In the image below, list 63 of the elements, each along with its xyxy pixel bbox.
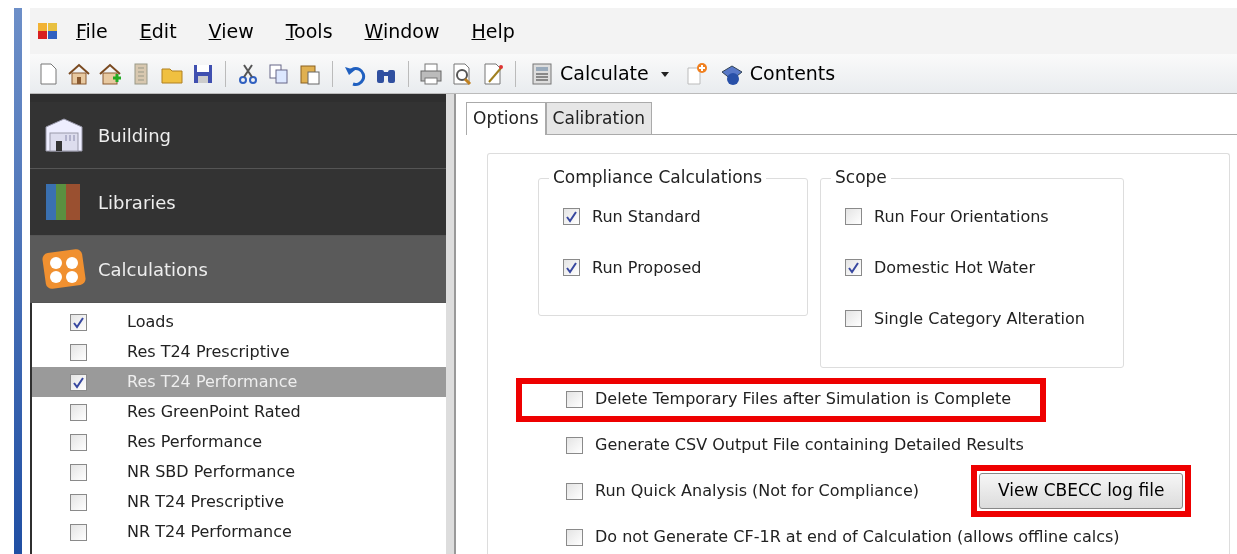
checkbox[interactable] xyxy=(845,310,862,327)
item-label: Res GreenPoint Rated xyxy=(127,401,301,423)
list-item[interactable]: Loads xyxy=(32,307,446,337)
menu-item[interactable]: Window xyxy=(348,16,456,46)
sidebar-section[interactable]: Building xyxy=(30,102,446,169)
list-item[interactable]: Res Performance xyxy=(32,427,446,457)
calculate-button[interactable]: Calculate xyxy=(526,59,653,88)
menu-item[interactable]: Tools xyxy=(269,16,349,46)
item-label: Res T24 Prescriptive xyxy=(127,341,290,363)
calculator-icon[interactable] xyxy=(530,61,554,86)
list-item[interactable]: NR T24 Performance xyxy=(32,517,446,547)
item-label: Loads xyxy=(127,311,174,333)
option-label: Run Standard xyxy=(592,205,701,228)
tab[interactable]: Options xyxy=(466,102,546,135)
checkbox[interactable] xyxy=(566,482,583,500)
checkbox[interactable] xyxy=(70,493,87,511)
menu-item[interactable]: File xyxy=(60,16,124,46)
house-add-icon[interactable] xyxy=(98,61,122,86)
checkbox[interactable] xyxy=(70,313,87,331)
checkbox[interactable] xyxy=(70,373,87,391)
item-label: Res Performance xyxy=(127,431,263,453)
menu-item[interactable]: Help xyxy=(455,16,531,46)
option-label: Run Proposed xyxy=(592,256,702,279)
contents-button[interactable]: Contents xyxy=(715,59,840,88)
page-add-icon[interactable] xyxy=(684,61,709,86)
sidebar-section[interactable]: Libraries xyxy=(30,169,446,236)
option-label: Delete Temporary Files after Simulation is Complete xyxy=(595,388,1012,410)
item-label: NR T24 Performance xyxy=(127,521,292,543)
checkbox[interactable] xyxy=(70,433,87,451)
list-item[interactable]: NR T24 Prescriptive xyxy=(32,487,446,517)
view-log-button[interactable]: View CBECC log file xyxy=(978,473,1184,509)
checkbox[interactable] xyxy=(566,436,583,454)
option-label: Domestic Hot Water xyxy=(874,256,1035,279)
checkbox[interactable] xyxy=(566,528,583,546)
option-label: Generate CSV Output File containing Detailed Results xyxy=(595,434,1024,456)
page-wand-icon[interactable] xyxy=(481,61,505,86)
tab[interactable]: Calibration xyxy=(545,101,653,134)
checkbox[interactable] xyxy=(566,390,583,408)
checkbox[interactable] xyxy=(845,208,862,225)
copy-icon[interactable] xyxy=(267,61,291,86)
menu-item[interactable]: View xyxy=(192,16,270,46)
option-label: Do not Generate CF-1R at end of Calculation (allows offline calcs) xyxy=(595,526,1120,548)
item-label: NR T24 Prescriptive xyxy=(127,491,285,513)
printer-icon[interactable] xyxy=(419,61,443,86)
checkbox[interactable] xyxy=(70,463,87,481)
checkbox[interactable] xyxy=(70,343,87,361)
house-icon[interactable] xyxy=(67,61,91,86)
print-preview-icon[interactable] xyxy=(450,61,474,86)
option-label: Run Quick Analysis (Not for Compliance) xyxy=(595,480,919,502)
item-label: Res T24 Performance xyxy=(127,371,298,393)
option-label: Single Category Alteration xyxy=(874,307,1085,330)
option-label: Run Four Orientations xyxy=(874,205,1049,228)
sidebar-section[interactable]: Calculations xyxy=(30,236,446,303)
menu-item[interactable]: Edit xyxy=(123,16,193,46)
list-item[interactable]: Res GreenPoint Rated xyxy=(32,397,446,427)
checkbox[interactable] xyxy=(563,208,580,225)
checkbox[interactable] xyxy=(845,259,862,276)
item-label: NR SBD Performance xyxy=(127,461,296,483)
checkbox[interactable] xyxy=(70,523,87,541)
checkbox[interactable] xyxy=(563,259,580,276)
list-item[interactable]: NR SBD Performance xyxy=(32,457,446,487)
checkbox[interactable] xyxy=(70,403,87,421)
list-item[interactable]: Res T24 Prescriptive xyxy=(32,337,446,367)
